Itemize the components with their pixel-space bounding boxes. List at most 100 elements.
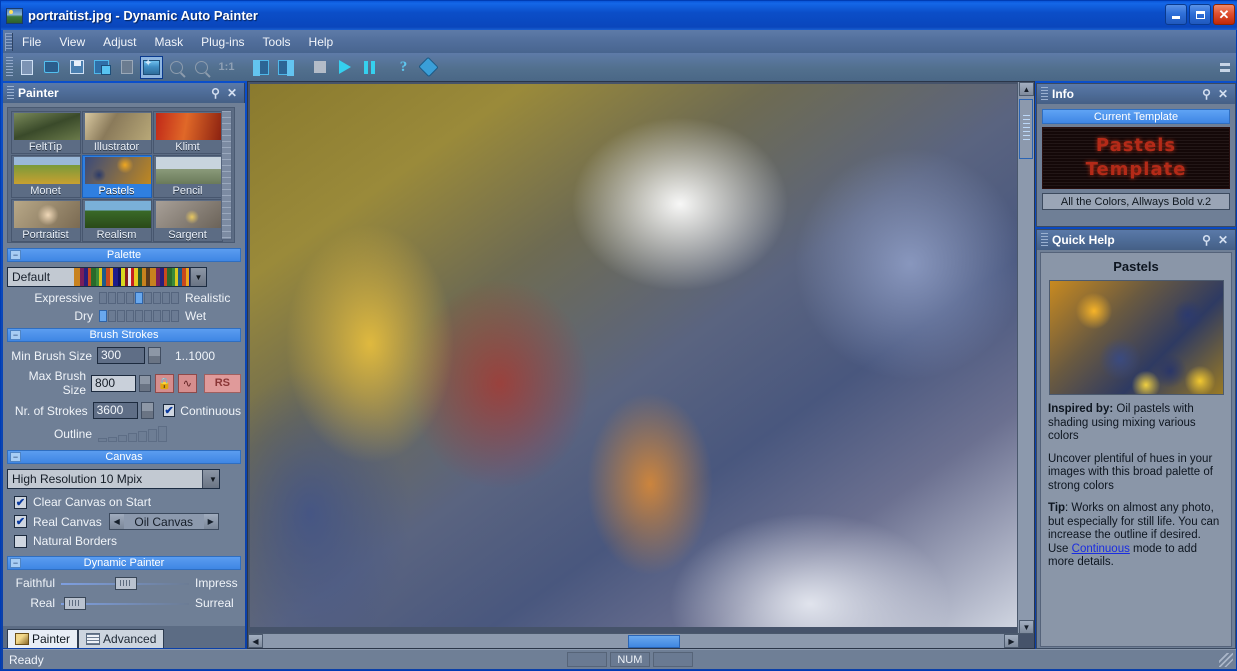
compare-left-button[interactable] [249, 56, 272, 79]
play-button[interactable] [333, 56, 356, 79]
faithful-label: Faithful [7, 576, 55, 590]
canvas-section-header[interactable]: − Canvas [7, 450, 241, 464]
clear-canvas-label: Clear Canvas on Start [33, 495, 151, 509]
prev-canvas-type-button[interactable]: ◀ [110, 514, 124, 529]
preset-felttip[interactable]: FeltTip [11, 111, 81, 154]
quick-help-grip[interactable] [1041, 233, 1048, 248]
horizontal-scroll-thumb[interactable] [628, 635, 680, 648]
menu-adjust[interactable]: Adjust [94, 32, 145, 52]
dynamic-painter-section-header[interactable]: − Dynamic Painter [7, 556, 241, 570]
toolbar-overflow-icon[interactable]: ▬▬ [1220, 61, 1230, 73]
scroll-left-button[interactable]: ◀ [248, 634, 263, 648]
min-brush-size-input[interactable]: 300 [97, 347, 145, 364]
painted-musicians-canvas[interactable] [250, 84, 1017, 627]
resize-grip-icon[interactable] [1219, 653, 1233, 667]
palette-section-header[interactable]: − Palette [7, 248, 241, 262]
toolbar-drag-grip[interactable] [6, 57, 13, 77]
palette-dropdown-arrow[interactable]: ▼ [190, 268, 206, 286]
close-button[interactable]: ✕ [1213, 4, 1235, 25]
open-button[interactable] [40, 56, 63, 79]
preset-portraitist[interactable]: Portraitist [11, 199, 81, 242]
canvas-type-selector[interactable]: ◀ Oil Canvas ▶ [109, 513, 219, 530]
save-button[interactable] [65, 56, 88, 79]
preset-illustrator[interactable]: Illustrator [82, 111, 152, 154]
canvas-vertical-scrollbar[interactable]: ▲ ▼ [1017, 82, 1034, 634]
canvas-horizontal-scrollbar[interactable]: ◀ ▶ [248, 633, 1019, 648]
maximize-button[interactable] [1189, 4, 1211, 25]
about-button[interactable] [417, 56, 440, 79]
clipboard-button[interactable] [115, 56, 138, 79]
menu-tools[interactable]: Tools [254, 32, 300, 52]
preset-sargent[interactable]: Sargent [153, 199, 223, 242]
preset-scrollbar[interactable] [221, 110, 232, 240]
preset-pastels[interactable]: Pastels [82, 155, 152, 198]
pin-icon[interactable]: ⚲ [1202, 233, 1211, 247]
preset-klimt[interactable]: Klimt [153, 111, 223, 154]
pause-button[interactable] [358, 56, 381, 79]
expressive-slider[interactable] [99, 292, 179, 305]
stop-button[interactable] [308, 56, 331, 79]
scroll-right-button[interactable]: ▶ [1004, 634, 1019, 648]
scroll-up-button[interactable]: ▲ [1019, 82, 1034, 96]
min-brush-size-spinner[interactable] [148, 347, 161, 364]
menu-drag-grip[interactable] [5, 33, 13, 51]
rs-button[interactable]: RS [204, 374, 241, 393]
next-canvas-type-button[interactable]: ▶ [204, 514, 218, 529]
preset-monet[interactable]: Monet [11, 155, 81, 198]
palette-dropdown[interactable]: Default ▼ [7, 267, 207, 287]
vertical-scroll-thumb[interactable] [1019, 99, 1033, 159]
pin-icon[interactable]: ⚲ [1202, 87, 1211, 101]
menu-view[interactable]: View [50, 32, 94, 52]
strokes-count-input[interactable]: 3600 [93, 402, 139, 419]
close-icon[interactable]: ✕ [227, 86, 237, 100]
info-panel-grip[interactable] [1041, 87, 1048, 102]
menu-mask[interactable]: Mask [146, 32, 193, 52]
zoom-in-button[interactable] [190, 56, 213, 79]
brush-range-hint: 1..1000 [175, 349, 215, 363]
compare-right-button[interactable] [274, 56, 297, 79]
brush-strokes-section-header[interactable]: − Brush Strokes [7, 328, 241, 342]
scroll-down-button[interactable]: ▼ [1019, 620, 1034, 634]
lock-icon[interactable]: 🔒 [155, 374, 174, 393]
tab-painter[interactable]: Painter [7, 629, 78, 648]
menu-file[interactable]: File [13, 32, 50, 52]
max-brush-size-spinner[interactable] [139, 375, 151, 392]
real-surreal-slider[interactable] [61, 597, 189, 610]
collapse-icon[interactable]: − [10, 558, 21, 568]
faithful-impress-slider[interactable] [61, 577, 189, 590]
minimize-button[interactable] [1165, 4, 1187, 25]
painter-panel-grip[interactable] [7, 86, 14, 101]
preset-label: FeltTip [12, 141, 80, 153]
collapse-icon[interactable]: − [10, 250, 21, 260]
auto-paint-button[interactable] [140, 56, 163, 79]
close-icon[interactable]: ✕ [1218, 87, 1228, 101]
save-as-button[interactable] [90, 56, 113, 79]
max-brush-size-input[interactable]: 800 [91, 375, 136, 392]
continuous-link[interactable]: Continuous [1072, 543, 1130, 555]
collapse-icon[interactable]: − [10, 452, 21, 462]
zoom-out-button[interactable] [165, 56, 188, 79]
outline-stepper[interactable] [98, 426, 167, 442]
dry-wet-slider[interactable] [99, 310, 179, 323]
clear-canvas-checkbox[interactable]: ✔ [14, 496, 27, 509]
led-template-display: Pastels Template [1042, 127, 1230, 189]
pin-icon[interactable]: ⚲ [211, 86, 220, 100]
continuous-checkbox[interactable]: ✔ [163, 404, 175, 417]
collapse-icon[interactable]: − [10, 330, 21, 340]
chevron-down-icon[interactable]: ▼ [202, 470, 219, 488]
natural-borders-checkbox[interactable]: ✔ [14, 535, 27, 548]
new-button[interactable] [15, 56, 38, 79]
tab-advanced[interactable]: Advanced [78, 629, 164, 648]
preset-realism[interactable]: Realism [82, 199, 152, 242]
canvas-area: ▲ ▼ ◀ ▶ [247, 81, 1035, 649]
help-button[interactable]: ? [392, 56, 415, 79]
canvas-resolution-dropdown[interactable]: High Resolution 10 Mpix ▼ [7, 469, 220, 489]
wave-icon[interactable]: ∿ [178, 374, 197, 393]
close-icon[interactable]: ✕ [1218, 233, 1228, 247]
real-canvas-checkbox[interactable]: ✔ [14, 515, 27, 528]
preset-pencil[interactable]: Pencil [153, 155, 223, 198]
menu-plugins[interactable]: Plug-ins [192, 32, 253, 52]
strokes-count-spinner[interactable] [141, 402, 153, 419]
zoom-actual-button[interactable]: 1:1 [215, 56, 238, 79]
menu-help[interactable]: Help [300, 32, 343, 52]
